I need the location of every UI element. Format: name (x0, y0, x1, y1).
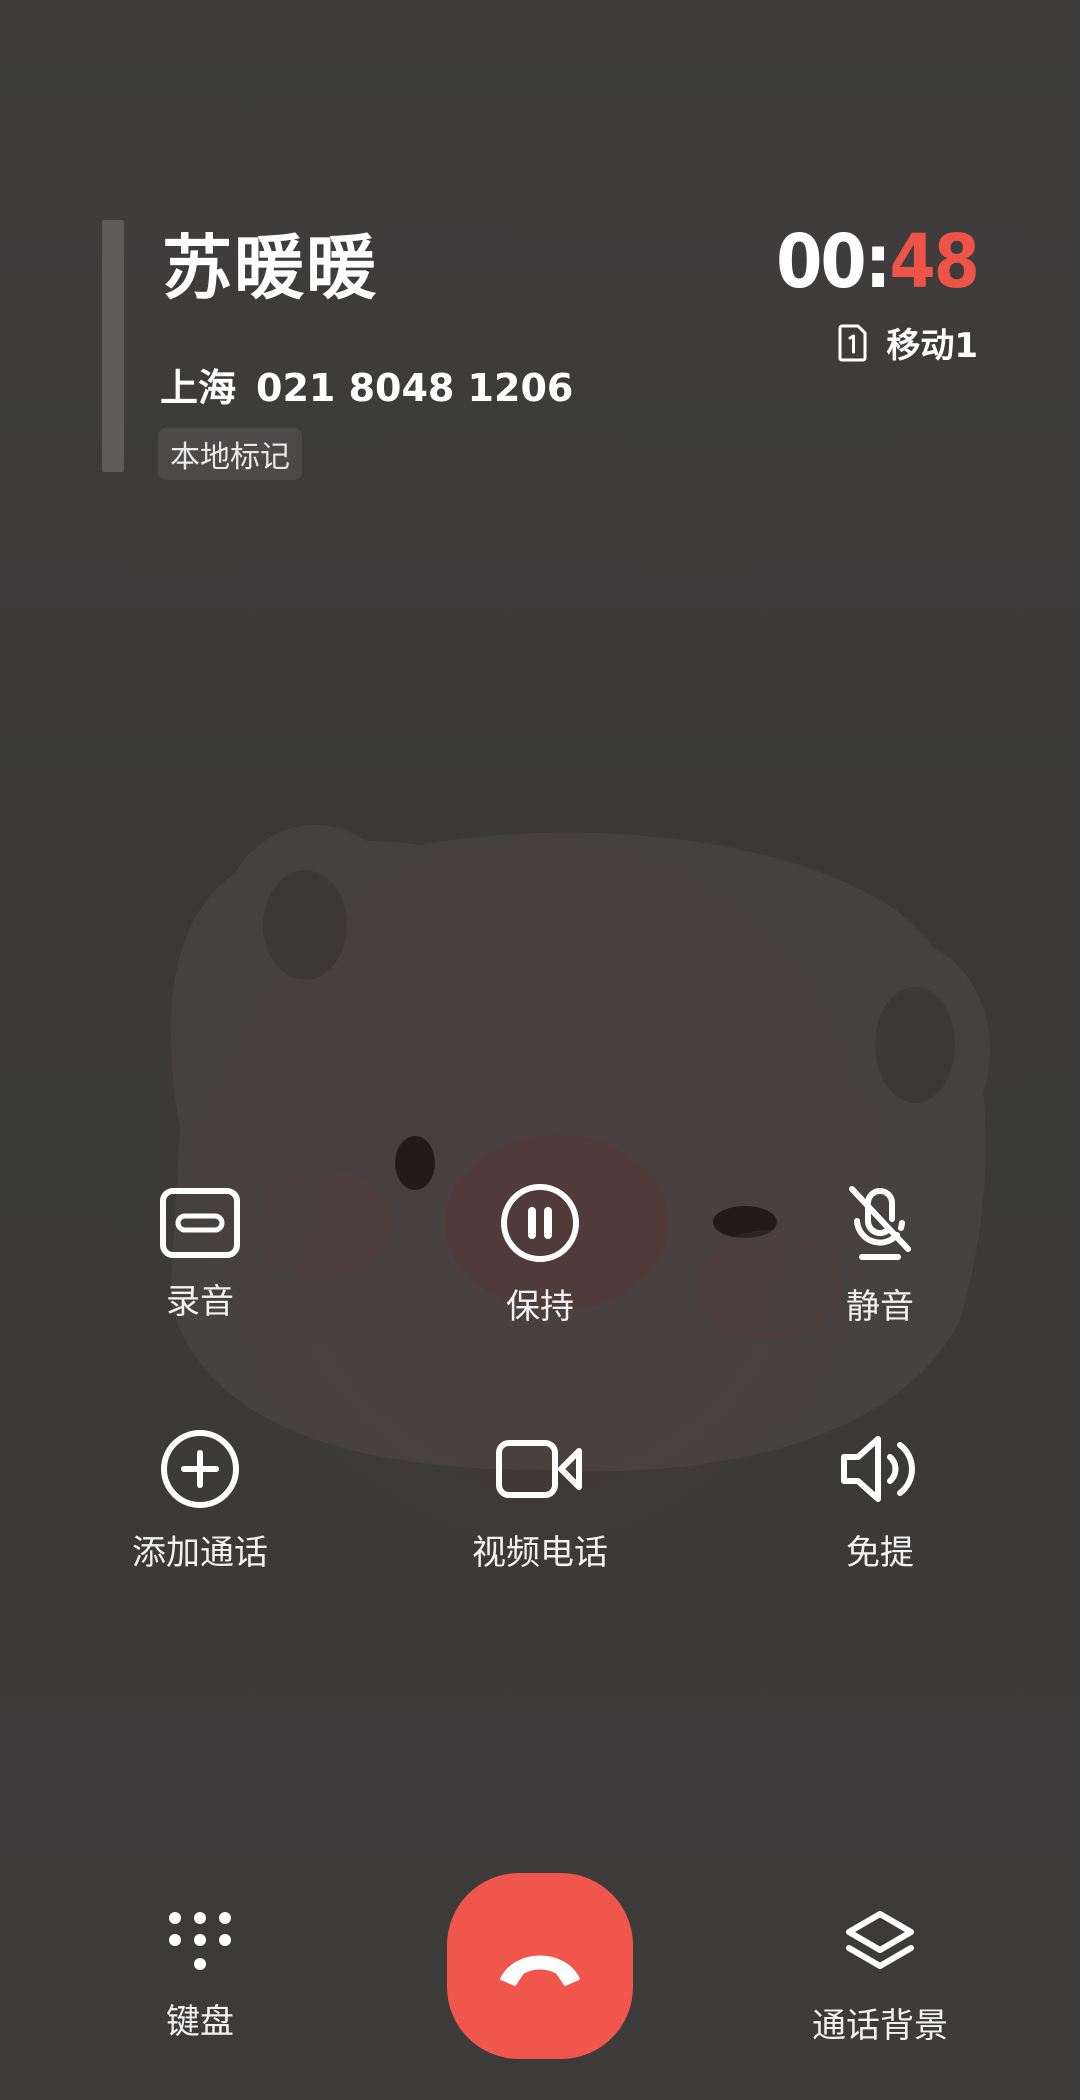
video-call-label: 视频电话 (472, 1533, 608, 1573)
end-call-button[interactable] (447, 1873, 633, 2059)
keypad-label: 键盘 (166, 2002, 234, 2042)
sim-indicator: 移动1 (838, 318, 978, 367)
contact-city: 上海 (160, 366, 237, 410)
mic-off-icon (849, 1186, 911, 1260)
keypad-button[interactable]: 键盘 (70, 1908, 330, 2043)
record-label: 录音 (166, 1282, 234, 1322)
hang-up-icon (500, 1955, 580, 1986)
call-background-label: 通话背景 (812, 2006, 948, 2046)
background-illustration (170, 825, 990, 1472)
video-icon (496, 1440, 582, 1498)
add-call-label: 添加通话 (132, 1533, 268, 1573)
call-background-button[interactable]: 通话背景 (750, 1908, 1010, 2047)
layers-icon (846, 1911, 914, 1969)
keypad-icon (169, 1912, 231, 1970)
call-timer: 00:48 (776, 225, 980, 299)
contact-accent-bar (102, 220, 124, 472)
mute-label: 静音 (846, 1287, 914, 1327)
record-button[interactable]: 录音 (70, 1188, 330, 1323)
record-icon (160, 1188, 240, 1258)
contact-number: 021 8048 1206 (256, 366, 574, 410)
hold-button[interactable]: 保持 (410, 1183, 670, 1328)
speaker-label: 免提 (846, 1533, 914, 1573)
contact-location-number: 上海 021 8048 1206 (160, 357, 573, 412)
add-call-icon (161, 1430, 239, 1508)
mute-button[interactable]: 静音 (750, 1183, 1010, 1328)
pause-icon (501, 1184, 579, 1262)
sim-carrier: 移动1 (886, 326, 978, 366)
speaker-button[interactable]: 免提 (750, 1429, 1010, 1574)
speaker-icon (841, 1436, 915, 1502)
video-call-button[interactable]: 视频电话 (410, 1429, 670, 1574)
add-call-button[interactable]: 添加通话 (70, 1429, 330, 1574)
timer-seconds: 48 (889, 219, 980, 305)
hold-label: 保持 (506, 1287, 574, 1327)
local-tag-badge: 本地标记 (158, 428, 302, 480)
timer-minutes: 00: (776, 219, 891, 305)
sim-1-icon (838, 324, 867, 361)
contact-name: 苏暖暖 (162, 227, 378, 309)
